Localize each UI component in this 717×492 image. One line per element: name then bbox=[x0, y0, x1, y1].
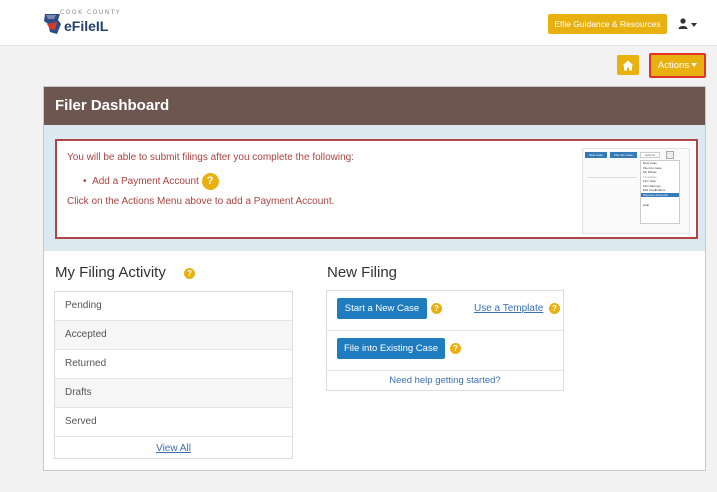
alert-instruction: Click on the Actions Menu above to add a… bbox=[67, 196, 335, 207]
requirements-alert: You will be able to submit filings after… bbox=[55, 139, 698, 239]
help-icon[interactable]: ? bbox=[184, 267, 196, 279]
actions-menu-button[interactable]: Actions bbox=[649, 53, 706, 78]
activity-item-drafts[interactable]: Drafts bbox=[55, 379, 292, 408]
logo-subtitle: COOK COUNTY bbox=[60, 9, 122, 16]
filing-activity-heading: My Filing Activity ? bbox=[55, 264, 196, 281]
activity-item-pending[interactable]: Pending bbox=[55, 292, 292, 321]
thumb-close-icon bbox=[666, 151, 674, 159]
new-filing-panel: Start a New Case ? Use a Template ? File… bbox=[326, 290, 564, 391]
thumb-dropdown: New Case File Into Case My Filings Templ… bbox=[640, 160, 680, 224]
new-filing-row: Start a New Case ? Use a Template ? bbox=[327, 291, 563, 331]
thumb-file-into-case: File Into Case bbox=[610, 152, 637, 158]
home-icon bbox=[622, 60, 634, 71]
help-icon[interactable]: ? bbox=[431, 303, 442, 314]
efile-guidance-button[interactable]: Efile Guidance & Resources bbox=[548, 14, 667, 34]
activity-item-served[interactable]: Served bbox=[55, 408, 292, 437]
home-button[interactable] bbox=[617, 55, 639, 75]
help-icon[interactable]: ? bbox=[549, 303, 560, 314]
alert-message: You will be able to submit filings after… bbox=[67, 152, 355, 163]
help-icon[interactable]: ? bbox=[450, 343, 461, 354]
top-navbar: COOK COUNTY eFileIL Efile Guidance & Res… bbox=[0, 0, 717, 46]
chevron-down-icon bbox=[691, 63, 698, 68]
activity-item-returned[interactable]: Returned bbox=[55, 350, 292, 379]
use-template-link[interactable]: Use a Template bbox=[474, 303, 543, 314]
alert-bullet-item: • Add a Payment Account ? bbox=[83, 173, 219, 190]
filing-activity-title: My Filing Activity bbox=[55, 264, 166, 281]
thumb-new-case: New Case bbox=[585, 152, 607, 158]
start-new-case-button[interactable]: Start a New Case bbox=[337, 298, 427, 319]
thumb-divider bbox=[587, 177, 637, 178]
help-icon[interactable]: ? bbox=[201, 173, 219, 190]
thumb-actions: Actions bbox=[640, 152, 660, 158]
efileil-logo[interactable]: COOK COUNTY eFileIL bbox=[42, 9, 132, 38]
bullet-glyph: • bbox=[83, 176, 93, 188]
actions-menu-screenshot: New Case File Into Case Actions New Case… bbox=[582, 148, 690, 234]
chevron-down-icon bbox=[691, 23, 697, 27]
file-into-existing-case-button[interactable]: File into Existing Case bbox=[337, 338, 445, 359]
thumb-menu-item: Help bbox=[643, 203, 650, 207]
logo-title: eFileIL bbox=[64, 18, 109, 34]
page-title: Filer Dashboard bbox=[44, 87, 705, 125]
notice-area: You will be able to submit filings after… bbox=[44, 125, 705, 251]
existing-case-row: File into Existing Case ? bbox=[327, 331, 563, 371]
user-icon bbox=[678, 18, 688, 29]
view-all-link[interactable]: View All bbox=[55, 443, 292, 454]
thumb-menu-item-highlight: Payment Accounts bbox=[641, 192, 679, 197]
user-menu-button[interactable] bbox=[678, 16, 700, 32]
getting-started-link[interactable]: Need help getting started? bbox=[327, 375, 563, 386]
payment-account-label: Add a Payment Account bbox=[92, 176, 199, 188]
filing-activity-list: Pending Accepted Returned Drafts Served … bbox=[54, 291, 293, 459]
new-filing-title: New Filing bbox=[327, 264, 398, 281]
activity-item-accepted[interactable]: Accepted bbox=[55, 321, 292, 350]
filer-dashboard-panel: Filer Dashboard You will be able to subm… bbox=[43, 86, 706, 471]
actions-label: Actions bbox=[657, 60, 690, 71]
